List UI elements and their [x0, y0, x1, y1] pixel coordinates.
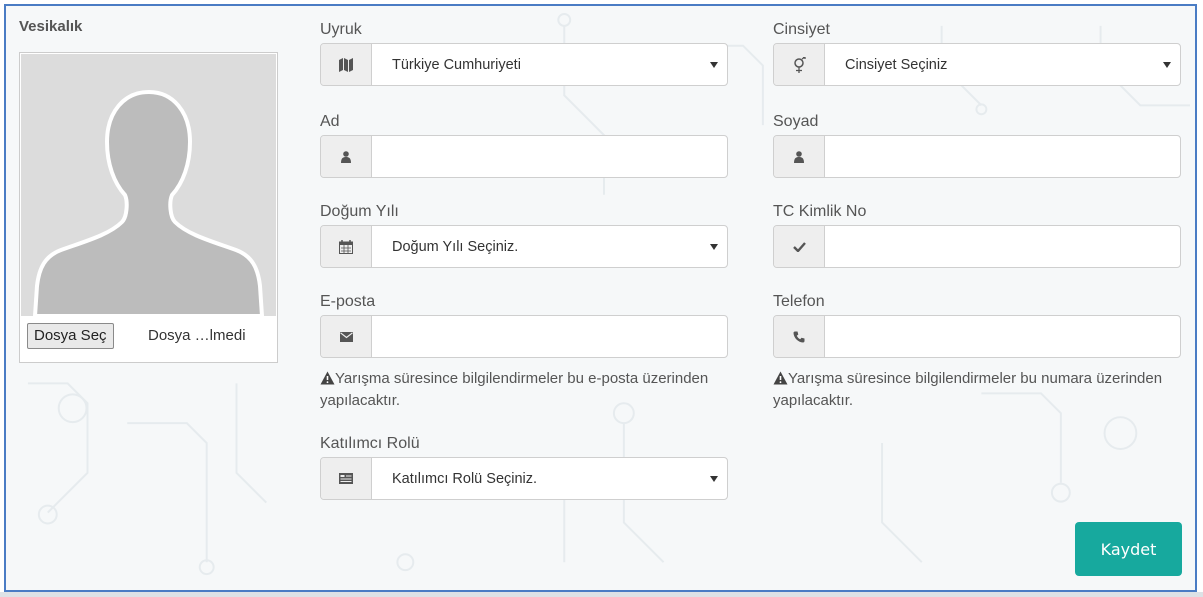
- photo-upload-box: Dosya Seç Dosya …lmedi: [19, 52, 278, 363]
- email-label: E-posta: [320, 293, 376, 310]
- user-icon: [774, 136, 825, 177]
- check-icon: [774, 226, 825, 267]
- chevron-down-icon: [710, 62, 718, 68]
- first-name-group: Ad: [320, 112, 728, 178]
- gender-label: Cinsiyet: [773, 21, 830, 38]
- id-card-icon: [321, 458, 372, 499]
- role-group: Katılımcı Rolü Katılımcı Rolü Seçiniz.: [320, 434, 728, 500]
- phone-help-message: Yarışma süresince bilgilendirmeler bu nu…: [773, 370, 1163, 409]
- last-name-input-group: [773, 135, 1181, 178]
- phone-label: Telefon: [773, 293, 825, 310]
- phone-group: Telefon Yarışma süresince bilgilendirmel…: [773, 292, 1181, 412]
- role-select[interactable]: Katılımcı Rolü Seçiniz.: [320, 457, 728, 500]
- gender-group: Cinsiyet Cinsiyet Seçiniz: [773, 20, 1181, 86]
- tc-number-label: TC Kimlik No: [773, 203, 867, 220]
- save-button[interactable]: Kaydet: [1075, 522, 1182, 576]
- role-label: Katılımcı Rolü: [320, 435, 420, 452]
- birth-year-select[interactable]: Doğum Yılı Seçiniz.: [320, 225, 728, 268]
- role-selected-value: Katılımcı Rolü Seçiniz.: [392, 470, 538, 487]
- phone-input[interactable]: [825, 316, 1180, 357]
- nationality-label: Uyruk: [320, 21, 362, 38]
- file-status-text: Dosya …lmedi: [148, 327, 246, 344]
- phone-icon: [774, 316, 825, 357]
- nationality-group: Uyruk Türkiye Cumhuriyeti: [320, 20, 728, 86]
- avatar-placeholder-image: [21, 54, 276, 316]
- nationality-select[interactable]: Türkiye Cumhuriyeti: [320, 43, 728, 86]
- tc-number-input[interactable]: [825, 226, 1180, 267]
- chevron-down-icon: [1163, 62, 1171, 68]
- chevron-down-icon: [710, 476, 718, 482]
- registration-form: Vesikalık Dosya Seç Dosya …lmedi Uyruk T…: [4, 4, 1197, 592]
- email-help-text: Yarışma süresince bilgilendirmeler bu e-…: [320, 368, 728, 412]
- envelope-icon: [321, 316, 372, 357]
- birth-year-group: Doğum Yılı Doğum Yılı Seçiniz.: [320, 202, 728, 268]
- gender-icon: [774, 44, 825, 85]
- choose-file-button[interactable]: Dosya Seç: [27, 323, 114, 349]
- nationality-selected-value: Türkiye Cumhuriyeti: [392, 56, 521, 73]
- first-name-input[interactable]: [372, 136, 727, 177]
- phone-help-text: Yarışma süresince bilgilendirmeler bu nu…: [773, 368, 1181, 412]
- first-name-input-group: [320, 135, 728, 178]
- phone-input-group: [773, 315, 1181, 358]
- calendar-icon: [321, 226, 372, 267]
- person-silhouette-icon: [32, 89, 265, 316]
- email-group: E-posta Yarışma süresince bilgilendirmel…: [320, 292, 728, 412]
- birth-year-selected-value: Doğum Yılı Seçiniz.: [392, 238, 519, 255]
- gender-selected-value: Cinsiyet Seçiniz: [845, 56, 948, 73]
- last-name-input[interactable]: [825, 136, 1180, 177]
- email-help-message: Yarışma süresince bilgilendirmeler bu e-…: [320, 370, 709, 409]
- last-name-label: Soyad: [773, 113, 819, 130]
- tc-number-input-group: [773, 225, 1181, 268]
- chevron-down-icon: [710, 244, 718, 250]
- gender-select[interactable]: Cinsiyet Seçiniz: [773, 43, 1181, 86]
- user-icon: [321, 136, 372, 177]
- tc-number-group: TC Kimlik No: [773, 202, 1181, 268]
- map-icon: [321, 44, 372, 85]
- birth-year-label: Doğum Yılı: [320, 203, 399, 220]
- email-input-group: [320, 315, 728, 358]
- photo-label: Vesikalık: [19, 18, 83, 35]
- first-name-label: Ad: [320, 113, 340, 130]
- page-bottom-edge: [0, 592, 1203, 597]
- email-input[interactable]: [372, 316, 727, 357]
- warning-icon: [773, 371, 788, 385]
- warning-icon: [320, 371, 335, 385]
- last-name-group: Soyad: [773, 112, 1181, 178]
